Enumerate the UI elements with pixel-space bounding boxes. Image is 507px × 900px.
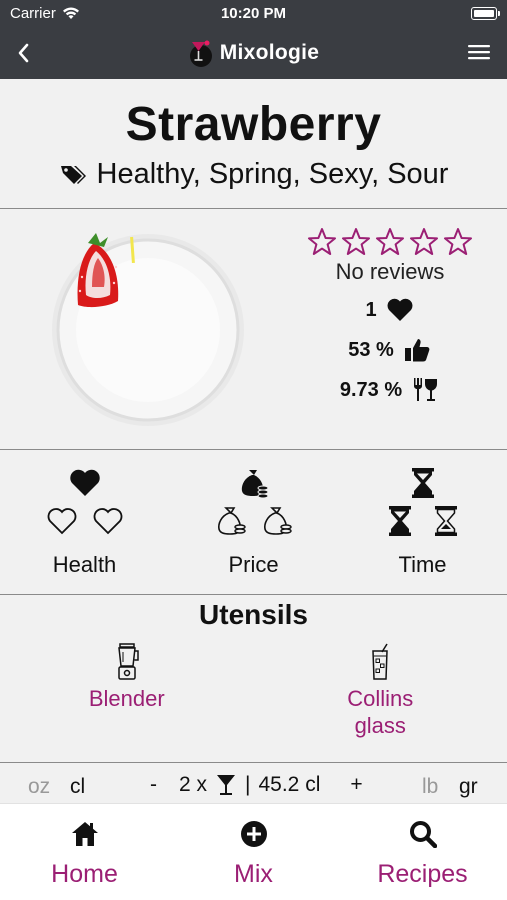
unit-gr-toggle[interactable]: gr (459, 775, 478, 799)
cocktail-glass-image (52, 233, 244, 426)
tab-home[interactable]: Home (0, 804, 169, 900)
star-outline-icon[interactable] (341, 227, 371, 257)
money-bag-outline-icon (263, 507, 292, 535)
heart-filled-icon (69, 469, 100, 496)
approval-value: 53 % (348, 338, 394, 361)
unit-lb-toggle[interactable]: lb (422, 775, 438, 799)
star-outline-icon[interactable] (443, 227, 473, 257)
heart-icon (387, 298, 413, 321)
unit-oz-toggle[interactable]: oz (28, 775, 50, 799)
portion-control: - 2 x | 45.2 cl + (150, 773, 363, 797)
cocktail-header: Strawberry Healthy, Spring, Sexy, Sour (0, 79, 507, 209)
status-bar: Carrier 10:20 PM (0, 0, 507, 28)
star-outline-icon[interactable] (307, 227, 337, 257)
blender-icon (117, 643, 139, 680)
cocktail-ratings: Health Price Time (0, 450, 507, 595)
portion-volume: 45.2 cl (258, 773, 321, 796)
tab-bar: Home Mix Recipes (0, 803, 507, 900)
tags-icon (60, 165, 86, 184)
cocktail-glass-icon (217, 775, 236, 795)
utensil-blender[interactable]: Blender (0, 643, 254, 739)
cocktail-stats: No reviews 1 53 % 9.73 % (300, 227, 480, 405)
utensil-label: Blender (88, 686, 165, 711)
star-outline-icon[interactable] (409, 227, 439, 257)
app-brand: Mixologie (0, 38, 507, 68)
star-rating[interactable] (300, 227, 480, 257)
app-name: Mixologie (219, 41, 320, 64)
fork-glass-icon (414, 378, 438, 401)
reviews-text: No reviews (335, 259, 445, 284)
hamburger-menu-icon[interactable] (467, 42, 491, 62)
cocktail-logo-icon (189, 40, 212, 67)
unit-conversion-bar: oz cl - 2 x | 45.2 cl + lb gr (0, 763, 507, 803)
hourglass-outline-icon (434, 506, 457, 536)
tab-label: Recipes (377, 860, 468, 888)
status-time: 10:20 PM (220, 5, 287, 22)
cocktail-overview: No reviews 1 53 % 9.73 % (0, 209, 507, 450)
home-icon (71, 822, 98, 846)
portion-count: 2 x (179, 773, 208, 796)
cocktail-title: Strawberry (125, 98, 382, 151)
utensils-title: Utensils (199, 599, 308, 630)
tab-mix[interactable]: Mix (169, 804, 338, 900)
tags-text: Healthy, Spring, Sexy, Sour (96, 158, 449, 190)
utensil-label: Collins glass (347, 686, 414, 738)
collins-glass-icon (372, 643, 389, 680)
navigation-bar: Mixologie (0, 28, 507, 79)
money-bag-filled-icon (241, 470, 268, 499)
cocktail-tags: Healthy, Spring, Sexy, Sour (0, 158, 507, 191)
utensils-list: Blender Collins glass (0, 643, 507, 739)
hourglass-filled-icon (388, 506, 411, 536)
health-label: Health (52, 552, 117, 577)
time-rating: Time (338, 450, 507, 594)
likes-stat[interactable]: 1 (300, 295, 480, 325)
approval-stat: 53 % (300, 335, 480, 365)
tab-label: Mix (234, 860, 273, 888)
tab-label: Home (51, 860, 118, 888)
utensils-section: Utensils Blender Collins glass (0, 595, 507, 763)
heart-outline-icon (47, 508, 76, 535)
thumbs-up-icon (404, 339, 430, 362)
star-outline-icon[interactable] (375, 227, 405, 257)
alcohol-value: 9.73 % (339, 378, 403, 401)
search-icon (409, 821, 437, 848)
tab-recipes[interactable]: Recipes (338, 804, 507, 900)
money-bag-outline-icon (217, 507, 246, 535)
health-rating: Health (0, 450, 169, 594)
likes-count: 1 (365, 298, 377, 321)
portion-separator: | (245, 773, 251, 796)
heart-outline-icon (93, 508, 122, 535)
increase-portion-button[interactable]: + (350, 773, 362, 797)
battery-icon (471, 7, 500, 20)
plus-circle-icon (240, 821, 267, 847)
price-rating: Price (169, 450, 338, 594)
decrease-portion-button[interactable]: - (150, 773, 157, 797)
alcohol-stat: 9.73 % (300, 375, 480, 405)
time-label: Time (398, 552, 447, 577)
utensil-collins-glass[interactable]: Collins glass (254, 643, 507, 739)
unit-cl-toggle[interactable]: cl (70, 775, 85, 799)
hourglass-filled-icon (411, 468, 434, 498)
price-label: Price (228, 552, 279, 577)
